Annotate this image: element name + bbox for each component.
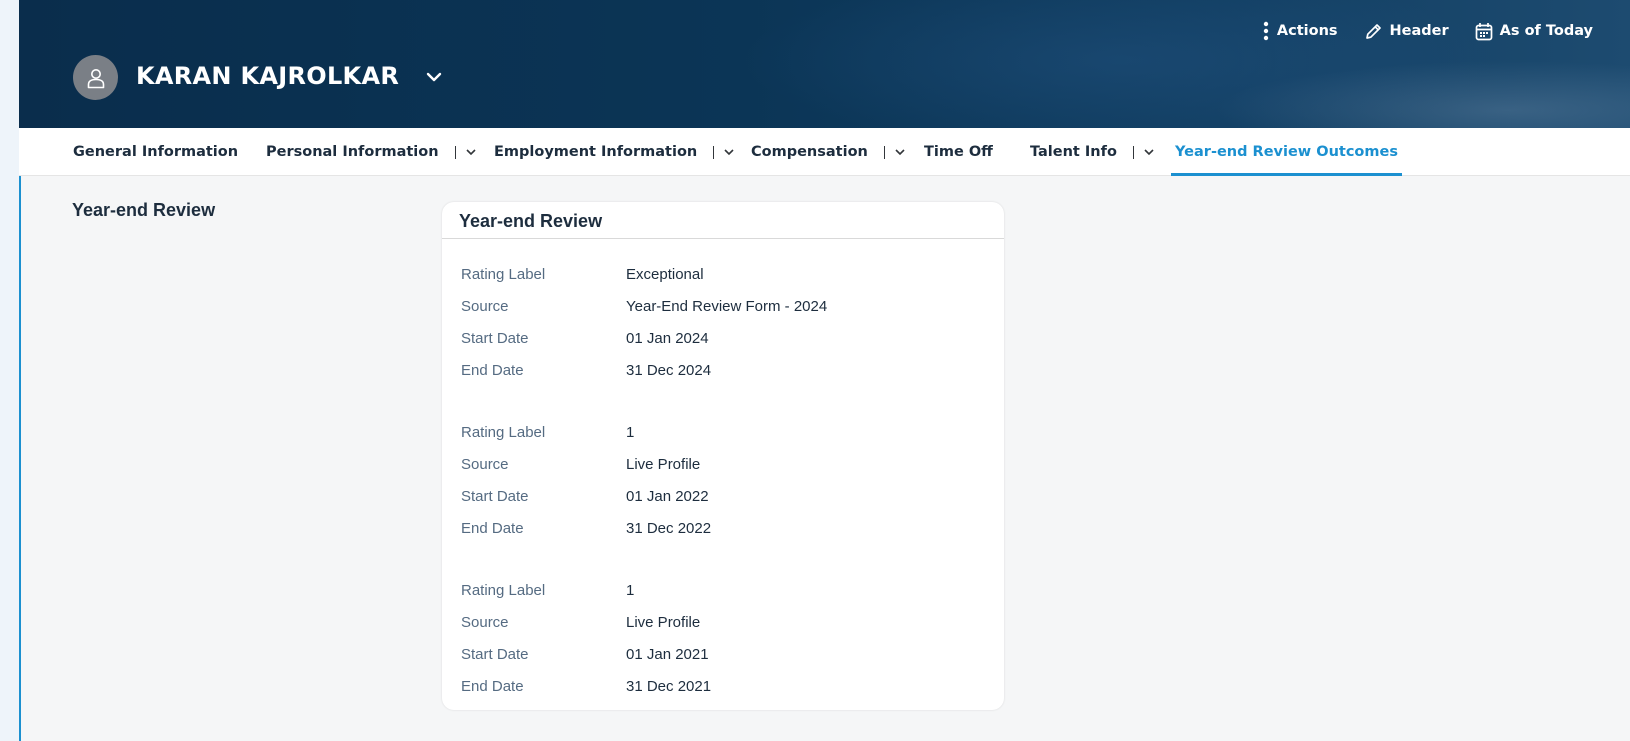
tab-label: Employment Information	[494, 144, 698, 160]
left-edge-strip	[0, 0, 19, 741]
source-value: Live Profile	[626, 613, 701, 631]
chevron-down-icon[interactable]	[1143, 146, 1155, 158]
field-row: Source Live Profile	[461, 448, 981, 480]
tab-separator	[883, 145, 885, 159]
source-value: Live Profile	[626, 455, 701, 473]
calendar-icon	[1475, 22, 1493, 40]
field-label: Source	[461, 297, 509, 315]
field-row: End Date 31 Dec 2022	[461, 512, 981, 544]
field-label: Rating Label	[461, 265, 546, 283]
field-label: End Date	[461, 677, 524, 695]
tab-label: Compensation	[751, 144, 868, 160]
rating-label-value: Exceptional	[626, 265, 704, 283]
actions-button[interactable]: Actions	[1262, 21, 1338, 41]
tab-label: Year-end Review Outcomes	[1175, 144, 1398, 160]
field-label: Source	[461, 455, 509, 473]
start-date-value: 01 Jan 2024	[626, 329, 709, 347]
vertical-ellipsis-icon	[1263, 21, 1269, 41]
field-row: Rating Label Exceptional	[461, 258, 981, 290]
end-date-value: 31 Dec 2022	[626, 519, 712, 537]
field-label: Rating Label	[461, 581, 546, 599]
field-row: Source Year-End Review Form - 2024	[461, 290, 981, 322]
field-row: End Date 31 Dec 2021	[461, 670, 981, 702]
tab-label: Talent Info	[1030, 144, 1117, 160]
tab-personal-information[interactable]: Personal Information	[266, 128, 477, 176]
field-label: Start Date	[461, 645, 529, 663]
tab-compensation[interactable]: Compensation	[751, 128, 906, 176]
tab-year-end-review-outcomes[interactable]: Year-end Review Outcomes	[1171, 128, 1402, 176]
field-label: Start Date	[461, 487, 529, 505]
tab-general-information[interactable]: General Information	[73, 128, 238, 176]
header-actions: Actions Header As of Today	[1236, 21, 1593, 41]
header-edit-button[interactable]: Header	[1364, 22, 1449, 41]
end-date-value: 31 Dec 2021	[626, 677, 712, 695]
as-of-today-button[interactable]: As of Today	[1475, 22, 1593, 41]
tab-label: Time Off	[924, 144, 993, 160]
person-icon	[87, 68, 104, 88]
source-value: Year-End Review Form - 2024	[626, 297, 828, 315]
tab-separator	[454, 145, 456, 159]
start-date-value: 01 Jan 2022	[626, 487, 709, 505]
as-of-today-label: As of Today	[1499, 23, 1593, 39]
avatar[interactable]	[73, 55, 118, 100]
actions-label: Actions	[1276, 23, 1338, 39]
field-row: Source Live Profile	[461, 606, 981, 638]
section-tabbar: General Information Personal Information…	[19, 128, 1630, 176]
review-record: Rating Label Exceptional Source Year-End…	[461, 258, 981, 386]
field-row: Rating Label 1	[461, 416, 981, 448]
field-label: End Date	[461, 519, 524, 537]
profile-header: KARAN KAJROLKAR Actions Header As of Tod…	[19, 0, 1630, 128]
field-row: Rating Label 1	[461, 574, 981, 606]
rating-label-value: 1	[626, 423, 635, 441]
start-date-value: 01 Jan 2021	[626, 645, 709, 663]
chevron-down-icon[interactable]	[894, 146, 906, 158]
review-record: Rating Label 1 Source Live Profile Start…	[461, 574, 981, 702]
field-label: Start Date	[461, 329, 529, 347]
field-row: Start Date 01 Jan 2022	[461, 480, 981, 512]
field-row: End Date 31 Dec 2024	[461, 354, 981, 386]
chevron-down-icon[interactable]	[465, 146, 477, 158]
tab-separator	[1132, 145, 1134, 159]
card-divider	[442, 238, 1004, 239]
tab-employment-information[interactable]: Employment Information	[494, 128, 735, 176]
field-row: Start Date 01 Jan 2024	[461, 322, 981, 354]
tab-label: General Information	[73, 144, 239, 160]
chevron-down-icon[interactable]	[425, 68, 443, 86]
tab-time-off[interactable]: Time Off	[924, 128, 993, 176]
chevron-down-icon[interactable]	[723, 146, 735, 158]
rating-label-value: 1	[626, 581, 635, 599]
section-title: Year-end Review	[72, 200, 216, 220]
field-label: End Date	[461, 361, 524, 379]
pencil-icon	[1365, 23, 1381, 39]
employee-name[interactable]: KARAN KAJROLKAR	[136, 61, 399, 91]
tab-separator	[713, 145, 715, 159]
card-title: Year-end Review	[459, 211, 603, 231]
header-edit-label: Header	[1389, 23, 1449, 39]
field-label: Source	[461, 613, 509, 631]
field-label: Rating Label	[461, 423, 546, 441]
left-accent-bar	[19, 128, 21, 741]
field-row: Start Date 01 Jan 2021	[461, 638, 981, 670]
tab-label: Personal Information	[266, 144, 439, 160]
end-date-value: 31 Dec 2024	[626, 361, 712, 379]
review-record: Rating Label 1 Source Live Profile Start…	[461, 416, 981, 544]
year-end-review-card: Year-end Review Rating Label Exceptional…	[442, 202, 1004, 710]
tab-talent-info[interactable]: Talent Info	[1030, 128, 1155, 176]
